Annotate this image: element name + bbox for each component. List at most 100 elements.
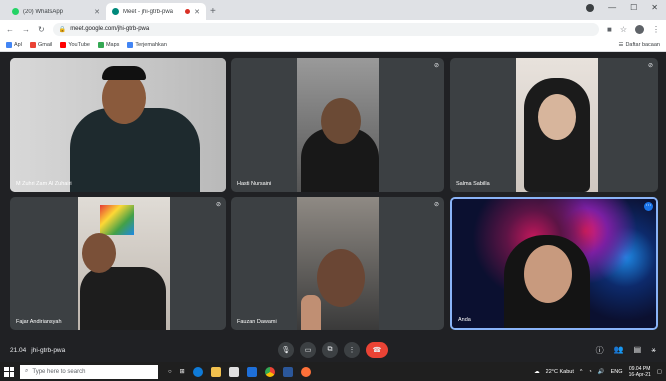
participant-name: M Zuhri Zam Al Zuhairi [16, 181, 72, 187]
firefox-icon[interactable] [300, 366, 311, 377]
participant-head [82, 233, 116, 273]
close-window-icon[interactable]: ✕ [651, 3, 658, 12]
bookmark-label: Maps [105, 41, 120, 48]
menu-icon[interactable]: ⋮ [652, 25, 660, 34]
reload-icon[interactable]: ↻ [38, 25, 45, 34]
new-tab-button[interactable]: + [210, 6, 216, 17]
participant-name: Anda [458, 317, 471, 323]
translate-icon [127, 41, 134, 48]
participant-tile[interactable]: M Zuhri Zam Al Zuhairi [10, 58, 226, 192]
reading-list-icon: ☰ [618, 41, 624, 48]
search-icon: ⌕ [25, 368, 29, 374]
volume-icon[interactable]: 🔊 [598, 369, 605, 375]
participant-head [321, 98, 361, 144]
apps-icon [6, 41, 12, 48]
edge-icon[interactable] [192, 366, 203, 377]
activities-icon[interactable]: ⚹ [651, 345, 656, 356]
profile-icon[interactable] [586, 3, 595, 12]
camera-permission-icon[interactable]: ■ [607, 25, 612, 34]
participant-figure [80, 267, 166, 330]
close-icon[interactable]: ✕ [94, 8, 100, 16]
tab-title: Meet - jhi-gtrb-pwa [123, 8, 174, 15]
tray-chevron-icon[interactable]: ^ [580, 369, 583, 375]
participant-tile[interactable]: ⊘ Hasti Nursaini [231, 58, 444, 192]
tab-whatsapp[interactable]: (20) WhatsApp ✕ [6, 3, 106, 20]
wifi-icon[interactable]: ◔ [588, 369, 591, 375]
bookmark-youtube[interactable]: YouTube [60, 41, 90, 48]
people-icon[interactable]: 👥 [614, 345, 624, 356]
info-icon[interactable]: ⓘ [596, 345, 604, 356]
reading-list-label: Daftar bacaan [625, 41, 660, 48]
mail-icon[interactable] [246, 366, 257, 377]
participant-head [317, 249, 365, 307]
meet-stage: M Zuhri Zam Al Zuhairi ⊘ Hasti Nursaini … [0, 52, 666, 338]
search-placeholder: Type here to search [32, 368, 86, 375]
end-call-button[interactable]: ☎ [366, 342, 388, 358]
avatar[interactable] [635, 24, 644, 34]
participant-name: Hasti Nursaini [237, 181, 272, 187]
mic-toggle-icon[interactable]: 🎙 [278, 342, 294, 358]
system-tray: ☁ 22°C Kabut ^ ◔ 🔊 ENG 09.04 PM 16-Apr-2… [534, 366, 662, 378]
mic-off-icon: ⊘ [433, 202, 439, 208]
present-screen-icon[interactable]: ⧉ [322, 342, 338, 358]
bookmark-maps[interactable]: Maps [97, 41, 120, 48]
whatsapp-icon [12, 8, 19, 15]
more-options-icon[interactable]: ⋯ [644, 202, 653, 211]
bookmark-translate[interactable]: Terjemahkan [127, 41, 167, 48]
participant-cap [102, 66, 146, 80]
mic-off-icon: ⊘ [433, 63, 439, 69]
bookmark-label: Gmail [37, 41, 53, 48]
task-view-icon[interactable]: ⊞ [180, 368, 185, 375]
minimize-icon[interactable]: — [608, 3, 616, 12]
clock[interactable]: 09.04 PM 16-Apr-21 [629, 366, 651, 378]
chrome-icon[interactable] [264, 366, 275, 377]
bookmark-gmail[interactable]: Gmail [29, 41, 53, 48]
camera-toggle-icon[interactable]: ▭ [300, 342, 316, 358]
participant-tile[interactable]: ⊘ Fajar Andiriansyah [10, 197, 226, 330]
tab-title: (20) WhatsApp [23, 8, 64, 15]
close-icon[interactable]: ✕ [194, 8, 200, 16]
reading-list[interactable]: ☰ Daftar bacaan [619, 42, 661, 48]
tab-meet[interactable]: Meet - jhi-gtrb-pwa ✕ [106, 3, 206, 20]
participant-tile[interactable]: ⊘ Fauzan Dawami [231, 197, 444, 330]
url-text: meet.google.com/jhi-gtrb-pwa [70, 26, 150, 32]
youtube-icon [60, 41, 67, 48]
meet-icon [112, 8, 119, 15]
file-explorer-icon[interactable] [210, 366, 221, 377]
participant-name: Salma Sabilla [456, 181, 490, 187]
browser-tab-bar: (20) WhatsApp ✕ Meet - jhi-gtrb-pwa ✕ + … [0, 0, 666, 20]
meeting-time: 21.04 [10, 346, 27, 354]
participant-tile-self[interactable]: ⋯ Anda [450, 197, 658, 330]
store-icon[interactable] [228, 366, 239, 377]
participant-hand [301, 295, 321, 330]
omnibox[interactable]: 🔒 meet.google.com/jhi-gtrb-pwa [52, 22, 599, 36]
language-indicator[interactable]: ENG [611, 369, 623, 375]
participant-figure [70, 108, 200, 192]
lock-icon: 🔒 [58, 26, 67, 33]
clock-time: 09.04 PM [628, 365, 651, 372]
more-options-icon[interactable]: ⋮ [344, 342, 360, 358]
maps-icon [97, 41, 104, 48]
participant-tile[interactable]: ⊘ Salma Sabilla [450, 58, 658, 192]
bookmark-apps[interactable]: Apl [6, 41, 22, 48]
bookmark-label: Apl [14, 41, 22, 48]
participant-head [538, 94, 576, 140]
word-icon[interactable] [282, 366, 293, 377]
cortana-icon[interactable]: ○ [168, 369, 172, 375]
forward-icon[interactable]: → [22, 25, 30, 34]
participant-name: Fauzan Dawami [237, 319, 277, 325]
taskbar-search-input[interactable]: ⌕ Type here to search [20, 364, 158, 379]
address-toolbar: ← → ↻ 🔒 meet.google.com/jhi-gtrb-pwa ■ ☆… [0, 20, 666, 38]
weather-text[interactable]: 22°C Kabut [546, 369, 574, 375]
participant-name: Fajar Andiriansyah [16, 319, 62, 325]
meeting-info: 21.04 jhi-gtrb-pwa [10, 347, 65, 354]
windows-start-icon[interactable] [4, 366, 14, 377]
back-icon[interactable]: ← [6, 25, 14, 34]
star-icon[interactable]: ☆ [620, 25, 627, 34]
mic-off-icon: ⊘ [215, 202, 221, 208]
wall-poster [100, 205, 134, 235]
notifications-icon[interactable]: ▢ [657, 369, 662, 375]
meeting-code: jhi-gtrb-pwa [31, 346, 66, 354]
chat-icon[interactable]: ▤ [634, 345, 642, 356]
maximize-icon[interactable]: ☐ [630, 3, 637, 12]
